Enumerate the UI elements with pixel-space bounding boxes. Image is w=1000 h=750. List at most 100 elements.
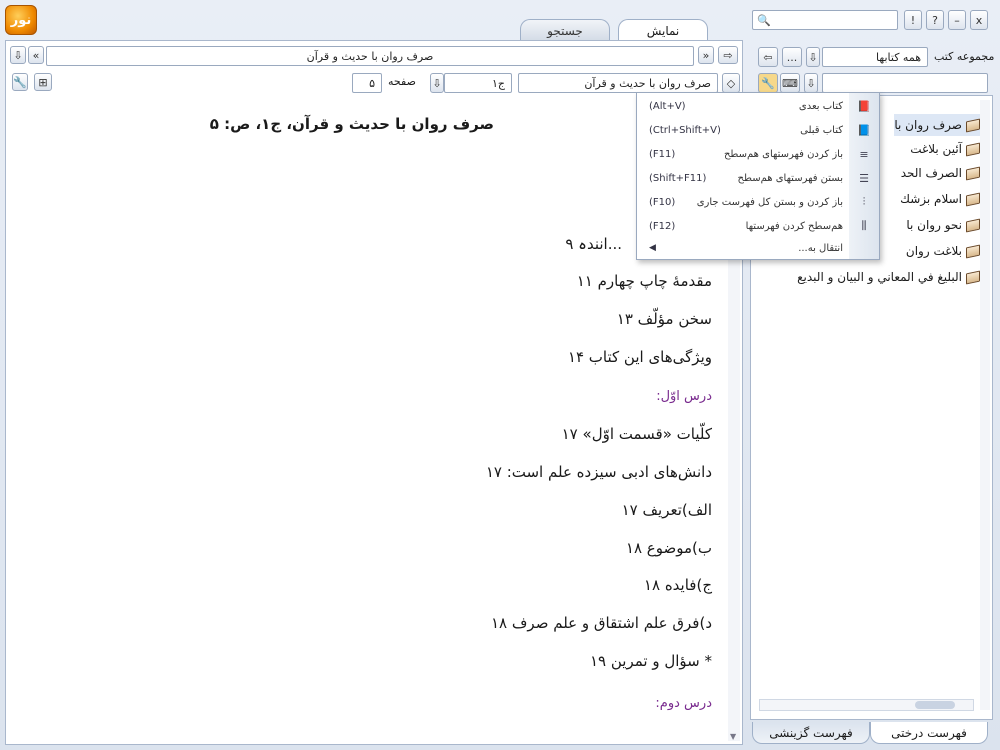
scroll-down-arrow[interactable]: ▼ (730, 732, 736, 741)
menu-item-toggle-all[interactable]: (F10) باز كردن و بستن كل فهرست جاری (637, 191, 851, 213)
submenu-arrow-icon: ◀ (649, 243, 656, 253)
content-line: الف)تعريف ۱۷ (621, 501, 712, 519)
menu-item-collapse-level[interactable]: (Shift+F11) بستن فهرستهای هم‌سطح (637, 167, 851, 189)
book-icon (966, 244, 980, 258)
lesson-heading: درس دوم: (655, 696, 712, 711)
context-menu: (Alt+V) كتاب بعدی 📕 (Ctrl+Shift+V) كتاب … (636, 92, 880, 260)
eraser-icon[interactable]: ◇ (722, 73, 740, 93)
search-icon: 🔍 (757, 13, 771, 27)
wrench-icon[interactable]: 🔧 (758, 73, 778, 93)
book-icon (966, 118, 980, 132)
book-select[interactable]: صرف روان با حديث و قرآن (518, 73, 718, 93)
info-button[interactable]: ! (904, 10, 922, 30)
tree-search-dropdown[interactable]: ⇩ (804, 73, 818, 93)
content-line: سخن مؤلّف ۱۳ (616, 310, 712, 328)
title-field[interactable]: صرف روان با حديث و قرآن (46, 46, 694, 66)
book-icon (966, 192, 980, 206)
history-dropdown-button[interactable]: ⇩ (10, 46, 26, 64)
menu-item-goto[interactable]: ◀ انتقال به... (637, 237, 851, 259)
menu-shortcut: (Alt+V) (649, 100, 686, 112)
previous-book-icon: 📘 (857, 123, 871, 137)
collection-select[interactable]: همه كتابها (822, 47, 928, 67)
content-line: كلّيات «قسمت اوّل» ۱۷ (561, 425, 712, 443)
menu-shortcut: (F11) (649, 148, 676, 160)
page-heading: صرف روان با حديث و قرآن، ج۱، ص: ۵ (209, 115, 494, 133)
forward-double-button[interactable]: » (698, 46, 714, 64)
next-book-icon: 📕 (857, 99, 871, 113)
lesson-heading: درس اوّل: (656, 389, 712, 404)
tree-item-label: الصرف الحد (900, 166, 962, 180)
app-logo[interactable]: نور (5, 5, 37, 35)
tree-search-input[interactable] (822, 73, 988, 93)
tree-item-label: صرف روان با (894, 118, 962, 132)
content-line: ...انندہ ۹ (565, 235, 622, 253)
page-input[interactable]: ۵ (352, 73, 382, 93)
tree-item-label: آئين بلاغت (910, 142, 962, 156)
collection-dropdown-button[interactable]: ⇩ (806, 47, 820, 67)
back-double-button[interactable]: « (28, 46, 44, 64)
page-label: صفحه (388, 75, 416, 88)
menu-label: كتاب بعدی (798, 100, 843, 112)
content-line: ويژگی‌های اين كتاب ۱۴ (567, 348, 712, 366)
content-line: مقدمۀ چاپ چهارم ۱۱ (576, 272, 712, 290)
menu-item-expand-level[interactable]: (F11) باز كردن فهرستهای هم‌سطح (637, 143, 851, 165)
content-line: * سؤال و تمرين ۱۹ (589, 652, 712, 670)
content-line: ج)فايده ۱۸ (643, 576, 712, 594)
menu-shortcut: (Ctrl+Shift+V) (649, 124, 721, 136)
tab-display[interactable]: نمایش (618, 19, 708, 41)
collection-label: مجموعه کتب (934, 50, 995, 63)
wrench-icon[interactable]: 🔧 (12, 73, 28, 91)
volume-input[interactable]: ج۱ (444, 73, 512, 93)
volume-dropdown-button[interactable]: ⇩ (430, 73, 444, 93)
close-button[interactable]: x (970, 10, 988, 30)
tab-search[interactable]: جستجو (520, 19, 610, 41)
menu-label: كتاب قبلی (800, 124, 843, 136)
content-line: دانش‌های ادبی سيزده علم است: ۱۷ (485, 463, 712, 481)
menu-label: باز كردن و بستن كل فهرست جاری (696, 196, 843, 208)
menu-shortcut: (F12) (649, 220, 676, 232)
split-view-icon[interactable]: ⊞ (34, 73, 52, 91)
tree-item-label: بلاغت روان (905, 244, 962, 258)
back-arrow-icon[interactable]: ⇦ (758, 47, 778, 67)
forward-arrow-icon[interactable]: ⇨ (718, 46, 738, 64)
help-button[interactable]: ? (926, 10, 944, 30)
tree-item-label: نحو روان با (906, 218, 962, 232)
menu-label: بستن فهرستهای هم‌سطح (737, 172, 843, 184)
tree-item[interactable]: بلاغت روان (906, 240, 980, 262)
tree-item-label: البليغ في المعاني و البيان و البديع (797, 270, 962, 284)
minimize-button[interactable]: – (948, 10, 966, 30)
scroll-thumb[interactable] (915, 701, 955, 709)
menu-shortcut: (Shift+F11) (649, 172, 707, 184)
content-pane: ⇩ « صرف روان با حديث و قرآن » ⇨ 🔧 ⊞ ۵ صف… (5, 40, 743, 745)
tree-hscrollbar[interactable] (759, 699, 974, 711)
menu-label: انتقال به... (798, 242, 843, 254)
tree-item-label: اسلام بزشك (900, 192, 962, 206)
more-button[interactable]: ... (782, 47, 802, 67)
tree-item[interactable]: آئين بلاغت (910, 138, 980, 160)
menu-item-previous-book[interactable]: (Ctrl+Shift+V) كتاب قبلی (637, 119, 851, 141)
content-line: د)فرق علم اشتقاق و علم صرف ۱۸ (490, 614, 712, 632)
toggle-all-icon: ⫶ (862, 195, 866, 208)
collapse-level-icon: ☰ (859, 171, 869, 185)
tree-item[interactable]: نحو روان با (906, 214, 980, 236)
tree-item[interactable]: صرف روان با (894, 114, 980, 136)
menu-label: باز كردن فهرستهای هم‌سطح (723, 148, 843, 160)
book-icon (966, 218, 980, 232)
tree-item[interactable]: الصرف الحد (901, 162, 980, 184)
tree-vscrollbar[interactable] (980, 100, 990, 710)
menu-item-align-level[interactable]: (F12) هم‌سطح كردن فهرستها (637, 215, 851, 237)
expand-level-icon: ≡ (859, 147, 869, 161)
book-icon (966, 142, 980, 156)
content-line: ب)موضوع ۱۸ (625, 539, 712, 557)
book-icon (966, 166, 980, 180)
tree-item[interactable]: اسلام بزشك (900, 188, 980, 210)
menu-item-next-book[interactable]: (Alt+V) كتاب بعدی (637, 95, 851, 117)
menu-shortcut: (F10) (649, 196, 676, 208)
align-level-icon: ⫼ (861, 219, 867, 232)
search-input[interactable]: 🔍 (752, 10, 898, 30)
menu-label: هم‌سطح كردن فهرستها (745, 220, 843, 232)
tab-selective-index[interactable]: فهرست گزينشی (752, 722, 870, 744)
keyboard-icon[interactable]: ⌨ (780, 73, 800, 93)
tree-item[interactable]: البليغ في المعاني و البيان و البديع (797, 266, 980, 288)
tab-tree-index[interactable]: فهرست درختی (870, 722, 988, 744)
